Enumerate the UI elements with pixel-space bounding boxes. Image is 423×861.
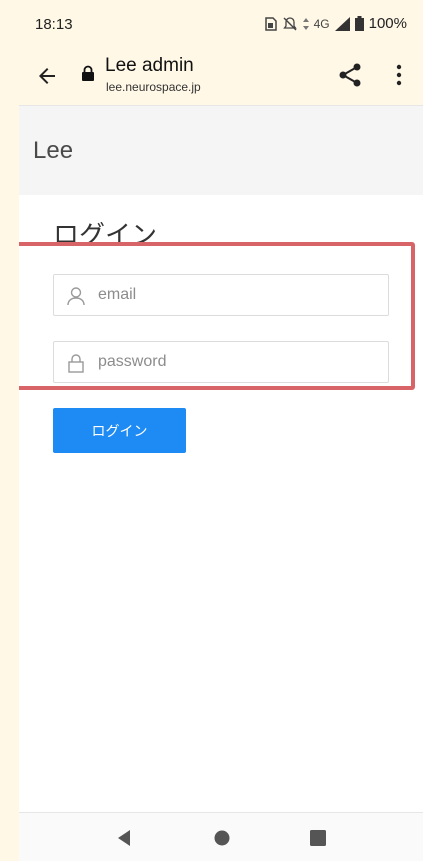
status-time: 18:13 <box>35 16 73 33</box>
signal-icon <box>334 16 350 31</box>
app-title[interactable]: Lee <box>33 137 73 165</box>
data-arrows-icon <box>302 17 309 30</box>
user-icon <box>67 287 85 306</box>
sim-card-icon <box>264 16 277 31</box>
back-arrow-icon[interactable] <box>35 64 59 88</box>
email-input[interactable] <box>98 275 378 315</box>
system-navigation-bar <box>19 812 423 861</box>
status-bar: 18:13 4G 100% <box>19 0 423 48</box>
site-url[interactable]: lee.neurospace.jp <box>106 80 201 94</box>
login-heading: ログイン <box>53 220 158 250</box>
share-icon[interactable] <box>337 62 363 88</box>
password-input[interactable] <box>98 342 378 382</box>
nav-back-icon[interactable] <box>115 829 133 847</box>
battery-percent: 100% <box>368 15 407 32</box>
lock-icon <box>82 65 94 81</box>
browser-window: 18:13 4G 100% Lee admin lee.neurospace.j… <box>19 0 423 861</box>
password-field[interactable] <box>53 341 389 383</box>
nav-home-icon[interactable] <box>213 829 231 847</box>
site-title: Lee admin <box>105 55 194 76</box>
nav-recent-apps-icon[interactable] <box>310 830 326 846</box>
lock-outline-icon <box>68 354 84 373</box>
more-options-icon[interactable] <box>387 62 411 88</box>
battery-icon <box>354 16 364 31</box>
status-icons: 4G 100% <box>264 15 407 32</box>
email-field[interactable] <box>53 274 389 316</box>
browser-toolbar: Lee admin lee.neurospace.jp <box>19 48 423 106</box>
login-button[interactable]: ログイン <box>53 408 186 453</box>
app-header: Lee <box>19 106 423 195</box>
network-type: 4G <box>313 16 330 31</box>
notifications-off-icon <box>282 16 297 30</box>
